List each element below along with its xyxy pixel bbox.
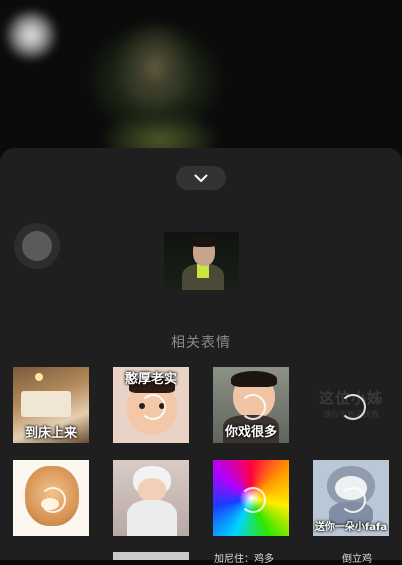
loading-spinner-icon xyxy=(240,394,266,420)
background-video xyxy=(0,0,402,160)
sticker-tile[interactable] xyxy=(113,460,189,536)
preview-thumbnail[interactable] xyxy=(164,232,239,290)
thumb-collar xyxy=(197,264,209,278)
loading-spinner-icon xyxy=(240,487,266,513)
sticker-caption: 到床上来 xyxy=(24,426,77,441)
loading-spinner-icon xyxy=(340,394,366,420)
sticker-tile[interactable] xyxy=(13,460,89,536)
partial-caption: 加尼住：鸡多 xyxy=(214,554,274,565)
record-button[interactable] xyxy=(14,223,60,269)
sticker-tile[interactable]: 憨厚老实 xyxy=(113,367,189,443)
sticker-caption: 送你一朵小fafa xyxy=(314,522,388,533)
sticker-tile[interactable] xyxy=(213,460,289,536)
loading-spinner-icon xyxy=(340,487,366,513)
sticker-tile[interactable]: 这位小姊 请你不要骚扰我 xyxy=(313,367,389,443)
blurred-light xyxy=(2,10,60,60)
partial-caption: 倒立鸡 xyxy=(342,554,372,565)
section-title: 相关表情 xyxy=(171,335,231,351)
chevron-down-icon xyxy=(194,174,208,182)
sticker-caption: 憨厚老实 xyxy=(124,372,177,387)
sticker-caption: 你戏很多 xyxy=(224,425,277,440)
sticker-tile[interactable]: 送你一朵小fafa xyxy=(313,460,389,536)
thumb-hair xyxy=(191,235,217,247)
sticker-tile[interactable] xyxy=(113,552,189,560)
sticker-tile[interactable]: 到床上来 xyxy=(13,367,89,443)
loading-spinner-icon xyxy=(140,394,166,420)
collapse-button[interactable] xyxy=(176,166,226,190)
record-button-inner xyxy=(22,231,52,261)
sticker-tile[interactable]: 你戏很多 xyxy=(213,367,289,443)
loading-spinner-icon xyxy=(40,487,66,513)
